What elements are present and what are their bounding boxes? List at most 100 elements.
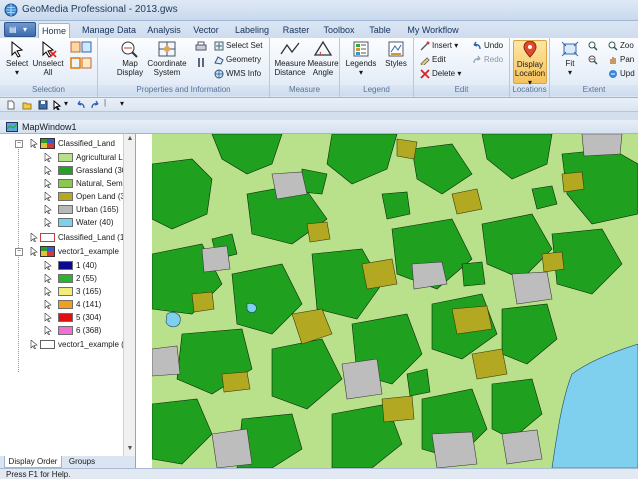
insert-button[interactable]: Insert ▾ xyxy=(420,41,458,52)
dropdown-arrow-icon: ▾ xyxy=(358,68,363,77)
select-tool-dropdown-icon[interactable]: ▾ xyxy=(64,99,68,108)
legend-item[interactable]: 5 (304) xyxy=(44,312,126,324)
scroll-up-arrow-icon[interactable]: ▲ xyxy=(125,135,135,145)
measure-distance-button[interactable]: Measure Distance xyxy=(273,40,307,77)
redo-quick-icon[interactable] xyxy=(90,100,100,110)
group-label-selection: Selection xyxy=(0,85,97,96)
zoom-in-icon[interactable] xyxy=(588,41,598,51)
tab-home[interactable]: Home xyxy=(38,23,70,38)
styles-button[interactable]: Styles xyxy=(382,40,410,68)
tab-toolbox[interactable]: Toolbox xyxy=(322,23,356,38)
color-swatch xyxy=(58,274,73,283)
customize-toolbar-icon[interactable]: ▾ xyxy=(120,99,124,108)
layer-raster-icon xyxy=(40,246,55,257)
legend-item[interactable]: 4 (141) xyxy=(44,299,126,311)
zoom-icon xyxy=(608,41,618,51)
save-icon[interactable] xyxy=(38,100,48,110)
tab-display-order[interactable]: Display Order xyxy=(4,456,62,468)
map-display-button[interactable]: Map Display xyxy=(116,40,144,77)
pointer-icon xyxy=(44,300,52,309)
select-set-button[interactable]: Select Set xyxy=(214,41,262,52)
legend-tabs: Display Order Groups xyxy=(0,456,136,468)
legend-item[interactable]: Water (40) xyxy=(44,217,126,229)
pointer-icon xyxy=(44,274,52,283)
tab-raster[interactable]: Raster xyxy=(281,23,311,38)
location-pin-icon xyxy=(523,41,537,58)
legend-group-classified-land[interactable]: Classified_Land xyxy=(30,138,122,150)
collapse-toggle[interactable]: − xyxy=(15,140,23,148)
delete-button[interactable]: Delete ▾ xyxy=(420,69,461,80)
tab-groups[interactable]: Groups xyxy=(62,456,102,468)
legend-group-vector1-example[interactable]: vector1_example xyxy=(30,246,122,258)
select-tool-icon[interactable] xyxy=(52,100,62,110)
redo-button[interactable]: Redo xyxy=(472,55,503,66)
tab-vector[interactable]: Vector xyxy=(190,23,222,38)
legend-item[interactable]: Open Land (368) xyxy=(44,191,126,203)
window-title: GeoMedia Professional - 2013.gws xyxy=(22,4,178,15)
edit-icon xyxy=(420,57,430,65)
legend-item[interactable]: Grassland (304) xyxy=(44,165,126,177)
color-swatch xyxy=(58,261,73,270)
title-bar: GeoMedia Professional - 2013.gws xyxy=(0,0,638,21)
collapse-toggle[interactable]: − xyxy=(15,248,23,256)
display-location-button[interactable]: Display Location ▾ xyxy=(513,40,547,87)
app-menu-icon: ▤ xyxy=(9,25,17,34)
color-swatch xyxy=(58,287,73,296)
legend-group-classified-land-outline[interactable]: Classified_Land (1073 xyxy=(30,232,124,244)
legends-button[interactable]: Legends ▾ xyxy=(344,40,378,77)
open-folder-icon[interactable] xyxy=(22,100,32,110)
tab-labeling[interactable]: Labeling xyxy=(232,23,272,38)
group-extent: Fit ▾ Zoo Pan Upd Extent xyxy=(550,38,638,97)
legend-item[interactable]: 6 (368) xyxy=(44,325,126,337)
wms-info-button[interactable]: WMS Info xyxy=(214,69,261,80)
coordinate-system-button[interactable]: Coordinate System xyxy=(146,40,188,77)
land-cover-map[interactable] xyxy=(152,134,638,468)
tab-manage-data[interactable]: Manage Data xyxy=(80,23,138,38)
legend-vertical-scrollbar[interactable]: ▲ ▼ xyxy=(123,134,135,456)
group-properties-information: Map Display Coordinate System Select Set G… xyxy=(98,38,270,97)
legend-item[interactable]: Urban (165) xyxy=(44,204,126,216)
legend-item[interactable]: Agricultural Land xyxy=(44,152,126,164)
pointer-icon xyxy=(30,233,38,242)
fit-button[interactable]: Fit ▾ xyxy=(558,40,582,77)
group-label-extent: Extent xyxy=(550,85,638,96)
legend-group-vector1-example-outline[interactable]: vector1_example (107 xyxy=(30,339,124,351)
update-button[interactable]: Upd xyxy=(608,69,635,80)
application-menu-button[interactable]: ▤ ▾ xyxy=(4,22,36,37)
group-label-properties: Properties and Information xyxy=(98,85,269,96)
legend-item[interactable]: 2 (55) xyxy=(44,273,126,285)
info-icon[interactable] xyxy=(195,57,207,68)
tab-table[interactable]: Table xyxy=(366,23,394,38)
geometry-button[interactable]: Geometry xyxy=(214,55,261,66)
group-legend: Legends ▾ Styles Legend xyxy=(340,38,414,97)
zoom-button[interactable]: Zoo xyxy=(608,41,634,52)
undo-quick-icon[interactable] xyxy=(76,100,86,110)
new-document-icon[interactable] xyxy=(6,100,16,110)
outline-swatch xyxy=(40,233,55,242)
select-by-rectangle-icon[interactable] xyxy=(70,41,92,54)
measure-angle-button[interactable]: Measure Angle xyxy=(307,40,339,77)
map-view[interactable] xyxy=(137,134,638,468)
pan-button[interactable]: Pan xyxy=(608,55,634,66)
edit-button[interactable]: Edit xyxy=(420,55,446,66)
legend-item[interactable]: 3 (165) xyxy=(44,286,126,298)
zoom-out-icon[interactable] xyxy=(588,55,598,65)
tab-my-workflow[interactable]: My Workflow xyxy=(404,23,462,38)
pointer-icon xyxy=(44,179,52,188)
legend-item[interactable]: Natural, Semi Nat xyxy=(44,178,126,190)
select-by-polygon-icon[interactable] xyxy=(70,57,92,70)
scroll-down-arrow-icon[interactable]: ▼ xyxy=(125,445,135,455)
unselect-all-button[interactable]: Unselect All xyxy=(32,40,64,77)
undo-button[interactable]: Undo xyxy=(472,41,503,52)
color-swatch xyxy=(58,153,73,162)
pointer-icon xyxy=(30,247,38,256)
coordinate-system-icon xyxy=(158,41,176,57)
pointer-icon xyxy=(30,139,38,148)
select-arrow-icon xyxy=(11,40,24,58)
printer-icon[interactable] xyxy=(195,41,207,52)
legend-item[interactable]: 1 (40) xyxy=(44,260,126,272)
tab-analysis[interactable]: Analysis xyxy=(145,23,183,38)
select-button[interactable]: Select ▾ xyxy=(6,40,28,77)
status-bar: Press F1 for Help. xyxy=(0,468,638,479)
pointer-icon xyxy=(44,313,52,322)
